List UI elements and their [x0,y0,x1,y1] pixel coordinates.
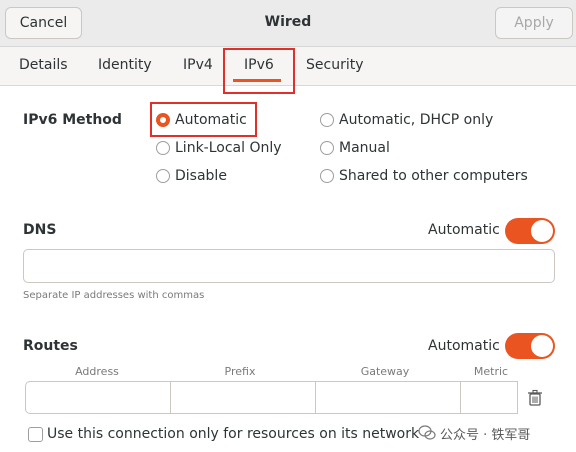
radio-disable[interactable] [156,169,170,183]
radio-manual[interactable] [320,141,334,155]
dns-hint: Separate IP addresses with commas [23,290,205,301]
apply-button[interactable]: Apply [495,7,573,39]
tab-ipv4[interactable]: IPv4 [183,57,213,73]
radio-manual-label[interactable]: Manual [339,140,390,156]
window-title: Wired [264,14,312,30]
radio-automatic-dhcp-only-label[interactable]: Automatic, DHCP only [339,112,493,128]
watermark-logo [418,424,436,442]
column-header-metric: Metric [473,365,509,378]
column-header-address: Address [75,365,119,378]
dns-label: DNS [23,222,57,238]
route-prefix-input[interactable] [170,381,316,414]
radio-shared-label[interactable]: Shared to other computers [339,168,528,184]
ipv6-method-label: IPv6 Method [23,112,122,128]
dns-automatic-label: Automatic [428,222,500,238]
route-gateway-input[interactable] [315,381,461,414]
header-bar: Cancel Wired Apply [0,0,576,47]
column-header-gateway: Gateway [360,365,410,378]
tab-identity[interactable]: Identity [98,57,152,73]
dns-automatic-toggle[interactable] [505,218,555,244]
column-header-prefix: Prefix [224,365,256,378]
routes-automatic-toggle[interactable] [505,333,555,359]
tab-highlight-box [223,48,295,94]
watermark-text: 公众号 · 铁军哥 [440,428,531,443]
radio-disable-label[interactable]: Disable [175,168,227,184]
radio-shared[interactable] [320,169,334,183]
radio-automatic-dhcp-only[interactable] [320,113,334,127]
dns-input[interactable] [23,249,555,283]
route-metric-input[interactable] [460,381,518,414]
only-resources-label[interactable]: Use this connection only for resources o… [47,426,419,442]
radio-link-local-only-label[interactable]: Link-Local Only [175,140,282,156]
routes-automatic-label: Automatic [428,338,500,354]
tab-details[interactable]: Details [19,57,68,73]
trash-icon[interactable] [524,387,546,409]
radio-link-local-only[interactable] [156,141,170,155]
only-resources-checkbox[interactable] [28,427,43,442]
automatic-highlight-box [150,102,257,137]
route-address-input[interactable] [25,381,171,414]
tab-security[interactable]: Security [306,57,364,73]
routes-label: Routes [23,338,78,354]
